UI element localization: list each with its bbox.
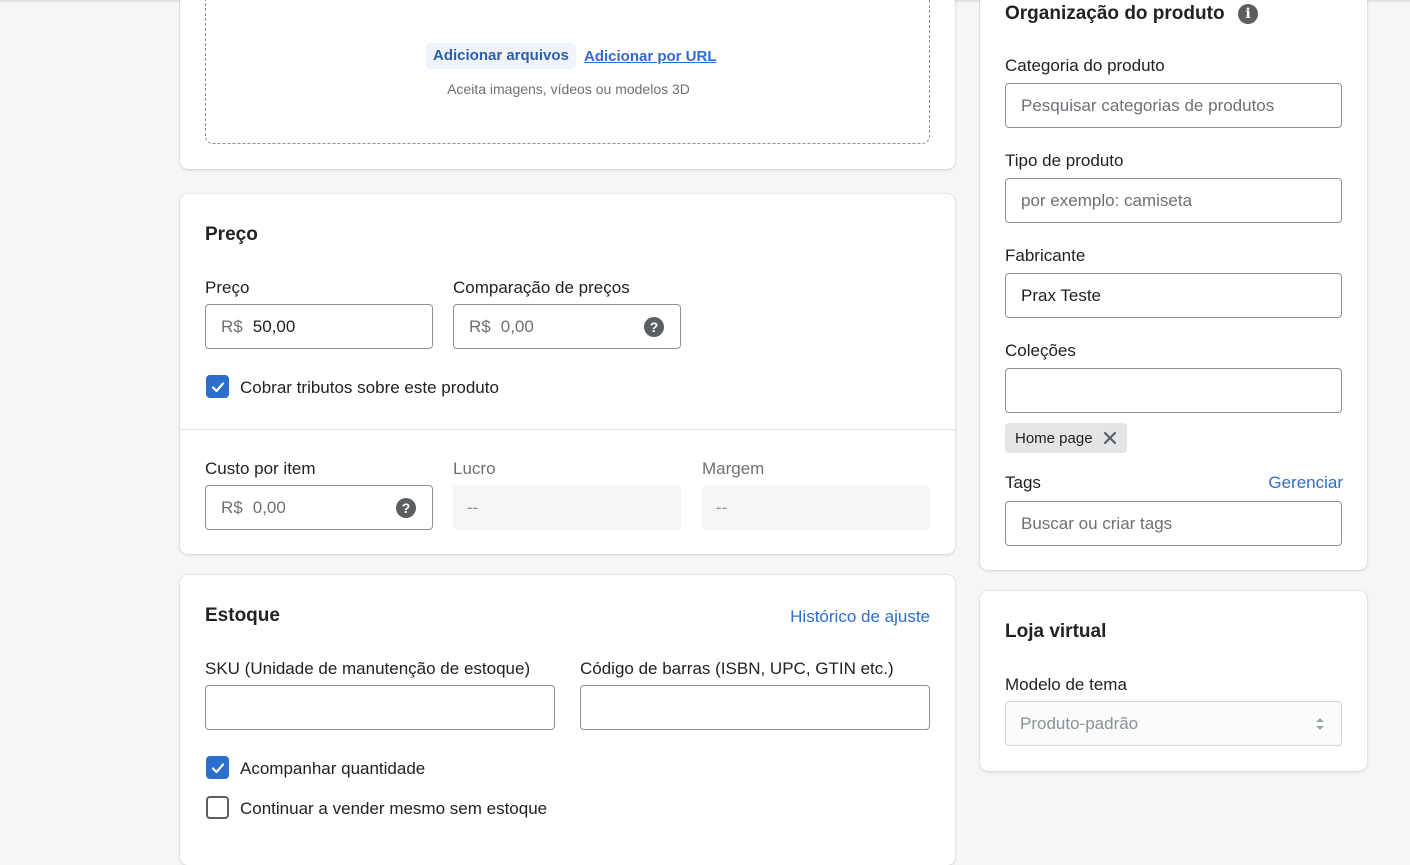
theme-template-label: Modelo de tema	[1005, 675, 1127, 694]
category-label: Categoria do produto	[1005, 56, 1165, 75]
price-label: Preço	[205, 278, 250, 297]
category-search-input[interactable]: Pesquisar categorias de produtos	[1005, 83, 1342, 128]
theme-template-select[interactable]: Produto-padrão	[1005, 701, 1342, 746]
vendor-label: Fabricante	[1005, 246, 1086, 265]
product-type-placeholder: por exemplo: camiseta	[1021, 190, 1193, 210]
add-by-url-link[interactable]: Adicionar por URL	[584, 47, 717, 67]
track-quantity-checkbox[interactable]	[206, 756, 229, 779]
collections-label: Coleções	[1005, 341, 1076, 360]
online-store-card: Loja virtual Modelo de tema Produto-padr…	[980, 591, 1367, 771]
collection-tag: Home page	[1005, 423, 1127, 453]
profit-value: --	[467, 497, 479, 517]
compare-price-label: Comparação de preços	[453, 278, 630, 297]
theme-template-value: Produto-padrão	[1020, 713, 1139, 733]
pricing-divider	[180, 429, 955, 430]
online-store-title: Loja virtual	[1005, 621, 1107, 642]
sku-label: SKU (Unidade de manutenção de estoque)	[205, 659, 531, 678]
vendor-input[interactable]: Prax Teste	[1005, 273, 1342, 318]
media-card: Adicionar arquivos Adicionar por URL Ace…	[180, 0, 955, 169]
checkmark-icon	[211, 762, 224, 773]
pricing-card: Preço Preço R$ 50,00 Comparação de preço…	[180, 194, 955, 554]
product-type-label: Tipo de produto	[1005, 151, 1124, 170]
profit-field: --	[453, 485, 681, 530]
collections-input[interactable]	[1005, 368, 1342, 413]
cost-per-item-label: Custo por item	[205, 459, 316, 478]
compare-price-placeholder: 0,00	[500, 316, 534, 336]
checkmark-icon	[211, 381, 224, 392]
info-circle-icon[interactable]: i	[1238, 4, 1258, 24]
barcode-input[interactable]	[580, 685, 930, 730]
organization-card: Organização do produto i Categoria do pr…	[980, 0, 1367, 570]
cost-per-item-input[interactable]: R$ 0,00 ?	[205, 485, 433, 530]
price-input[interactable]: R$ 50,00	[205, 304, 433, 349]
compare-currency-prefix: R$	[469, 316, 491, 336]
profit-label: Lucro	[453, 459, 496, 478]
barcode-label: Código de barras (ISBN, UPC, GTIN etc.)	[580, 659, 894, 678]
media-dropzone[interactable]: Adicionar arquivos Adicionar por URL Ace…	[205, 0, 930, 144]
organization-title: Organização do produto	[1005, 3, 1225, 24]
compare-price-input[interactable]: R$ 0,00 ?	[453, 304, 681, 349]
pricing-title: Preço	[205, 224, 258, 245]
continue-selling-label: Continuar a vender mesmo sem estoque	[240, 799, 548, 818]
product-type-input[interactable]: por exemplo: camiseta	[1005, 178, 1342, 223]
select-arrows-icon	[1316, 718, 1324, 730]
media-hint: Aceita imagens, vídeos ou modelos 3D	[447, 81, 690, 97]
cost-placeholder: 0,00	[252, 497, 286, 517]
close-icon[interactable]	[1103, 431, 1117, 445]
manage-tags-link[interactable]: Gerenciar	[1268, 473, 1343, 493]
inventory-card: Estoque Histórico de ajuste SKU (Unidade…	[180, 575, 955, 865]
category-placeholder: Pesquisar categorias de produtos	[1021, 95, 1275, 115]
tags-label: Tags	[1005, 473, 1041, 492]
margin-value: --	[716, 497, 728, 517]
continue-selling-checkbox[interactable]	[206, 796, 229, 819]
cost-currency-prefix: R$	[221, 497, 243, 517]
help-circle-icon[interactable]: ?	[396, 498, 416, 518]
margin-field: --	[702, 485, 930, 530]
help-circle-icon[interactable]: ?	[644, 317, 664, 337]
sku-input[interactable]	[205, 685, 555, 730]
price-currency-prefix: R$	[221, 316, 243, 336]
track-quantity-label: Acompanhar quantidade	[240, 759, 426, 778]
charge-tax-label: Cobrar tributos sobre este produto	[240, 378, 499, 397]
charge-tax-checkbox[interactable]	[206, 375, 229, 398]
price-value: 50,00	[252, 316, 296, 336]
adjustment-history-link[interactable]: Histórico de ajuste	[790, 607, 930, 627]
tags-search-input[interactable]: Buscar ou criar tags	[1005, 501, 1342, 546]
inventory-title: Estoque	[205, 605, 280, 626]
margin-label: Margem	[702, 459, 765, 478]
vendor-value: Prax Teste	[1021, 285, 1102, 305]
add-files-button[interactable]: Adicionar arquivos	[426, 43, 576, 69]
collection-tag-label: Home page	[1015, 429, 1093, 447]
tags-placeholder: Buscar ou criar tags	[1021, 513, 1173, 533]
